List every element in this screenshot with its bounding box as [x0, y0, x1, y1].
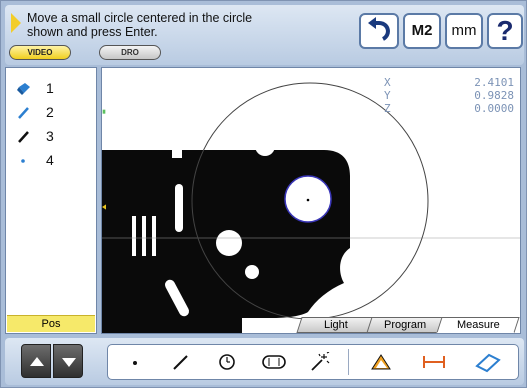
tab-light-label: Light: [324, 319, 348, 331]
tab-measure-label: Measure: [456, 319, 500, 331]
tab-program-label: Program: [383, 319, 427, 331]
feature-number: 1: [46, 80, 54, 96]
pos-button[interactable]: Pos: [7, 315, 95, 332]
scroll-down-button[interactable]: [53, 344, 83, 378]
toolbar-separator: [348, 349, 349, 375]
feature-number: 3: [46, 128, 54, 144]
magic-wand-icon: [311, 352, 330, 371]
feature-list-panel: 1 2 3 4 Pos: [5, 67, 97, 334]
feature-item-3[interactable]: 3: [16, 126, 86, 148]
triangle-up-icon: [30, 357, 44, 366]
dro-x-label: X: [384, 76, 391, 89]
slot-tool-button[interactable]: [254, 347, 292, 377]
feature-number: 2: [46, 104, 54, 120]
feature-item-4[interactable]: 4: [16, 150, 86, 172]
top-bar: Move a small circle centered in the circ…: [5, 5, 524, 65]
point-icon: [21, 159, 25, 163]
tab-measure[interactable]: Measure: [436, 317, 520, 333]
feature-item-1[interactable]: 1: [16, 78, 86, 100]
skew-tool-button[interactable]: [468, 347, 506, 377]
line-icon: [173, 355, 188, 370]
m2-button[interactable]: M2: [403, 13, 441, 49]
tab-light[interactable]: Light: [296, 317, 376, 333]
auto-measure-tool-button[interactable]: [300, 347, 338, 377]
line-icon: [18, 131, 29, 143]
undo-button[interactable]: [359, 13, 399, 49]
prompt-text: Move a small circle centered in the circ…: [27, 11, 347, 39]
scroll-up-button[interactable]: [21, 344, 51, 378]
angle-icon: [371, 354, 391, 370]
distance-icon: [423, 356, 445, 368]
point-tool-button[interactable]: [116, 347, 154, 377]
dro-button[interactable]: DRO: [99, 45, 161, 60]
dro-y-label: Y: [384, 89, 391, 102]
light-level-indicator[interactable]: [102, 68, 106, 318]
dro-z-value: 0.0000: [474, 102, 514, 115]
line-tool-button[interactable]: [162, 347, 200, 377]
feature-number: 4: [46, 152, 54, 168]
dro-z-label: Z: [384, 102, 391, 115]
prompt-line-1: Move a small circle centered in the circ…: [27, 11, 253, 25]
circle-icon: [219, 354, 235, 370]
tab-program[interactable]: Program: [366, 317, 444, 333]
point-icon: [133, 361, 137, 365]
undo-arrow-icon: [368, 17, 390, 41]
app-frame: Move a small circle centered in the circ…: [0, 0, 527, 388]
angle-tool-button[interactable]: [362, 347, 400, 377]
line-icon: [18, 107, 29, 119]
distance-tool-button[interactable]: [414, 347, 452, 377]
skew-icon: [475, 353, 501, 373]
circle-tool-button[interactable]: [208, 347, 246, 377]
dro-x-row: X 2.4101: [378, 76, 518, 89]
triangle-down-icon: [62, 358, 76, 367]
units-button[interactable]: mm: [445, 13, 483, 49]
prompt-arrow-icon: [10, 12, 21, 34]
measure-tools: [107, 344, 519, 380]
probe-icon: [17, 83, 30, 95]
help-button[interactable]: ?: [487, 13, 523, 49]
dro-y-value: 0.9828: [474, 89, 514, 102]
dro-z-row: Z 0.0000: [378, 102, 518, 115]
bottom-toolbar: [5, 338, 524, 385]
video-view[interactable]: X 2.4101 Y 0.9828 Z 0.0000: [101, 67, 521, 334]
slot-icon: [262, 355, 286, 369]
dro-x-value: 2.4101: [474, 76, 514, 89]
video-button[interactable]: VIDEO: [9, 45, 71, 60]
prompt-line-2: shown and press Enter.: [27, 25, 158, 39]
dro-y-row: Y 0.9828: [378, 89, 518, 102]
feature-item-2[interactable]: 2: [16, 102, 86, 124]
dro-readout: X 2.4101 Y 0.9828 Z 0.0000: [378, 76, 518, 115]
